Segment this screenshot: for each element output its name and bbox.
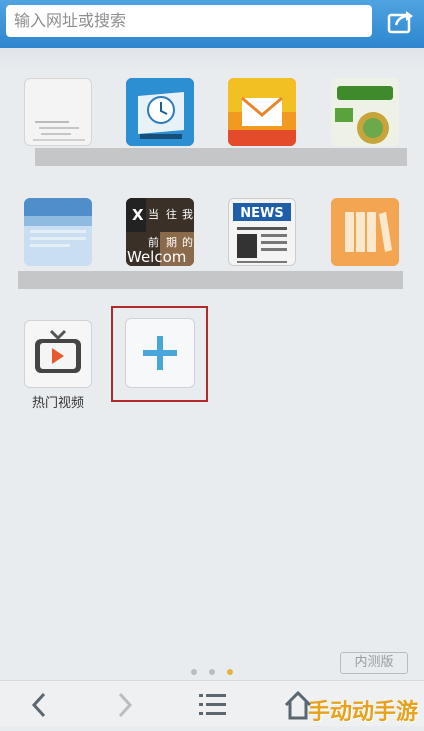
page-indicator-dot [191,669,197,675]
add-shortcut-button[interactable] [125,318,195,388]
watermark-text: 手动动手游 [308,700,419,725]
forward-arrow-icon[interactable] [96,681,156,727]
welcome-text: Welcom [127,248,186,266]
address-bar: 输入网址或搜索 [0,0,424,48]
beta-badge: 内测版 [340,652,408,674]
welcome-char-4: 前 [148,235,159,249]
plus-icon [143,336,177,370]
welcome-char-6: 的 [182,235,193,249]
tile-news-app[interactable]: NEWS [228,198,296,266]
tile-blue-webpage[interactable] [24,198,92,266]
welcome-char-2: 往 [166,207,177,221]
tile-android-site[interactable] [331,78,399,146]
page-indicator-dot [227,669,233,675]
tile-mail-app[interactable] [228,78,296,146]
tile-welcome-page[interactable]: X 当 往 我 前 期 的 Welcom [126,198,194,266]
row1-label-bar [35,148,407,166]
tv-icon [35,329,81,373]
back-arrow-icon[interactable] [10,681,70,727]
row2-label-bar [18,271,403,289]
tile-hot-video[interactable] [24,320,92,388]
tile-books-app[interactable] [331,198,399,266]
tile-webpage-thumbnail[interactable] [24,78,92,146]
tile-clock-app[interactable] [126,78,194,146]
toolbar-shadow [0,48,424,70]
tile-label-hot-video: 热门视频 [31,396,84,411]
search-input[interactable]: 输入网址或搜索 [6,5,372,37]
news-title: NEWS [240,206,283,221]
welcome-char-3: 我 [182,208,193,221]
share-icon[interactable] [380,4,420,40]
page-indicator-dot [209,669,215,675]
welcome-char-1: 当 [148,207,159,221]
svg-text:X: X [132,206,144,224]
menu-icon[interactable] [182,681,242,727]
